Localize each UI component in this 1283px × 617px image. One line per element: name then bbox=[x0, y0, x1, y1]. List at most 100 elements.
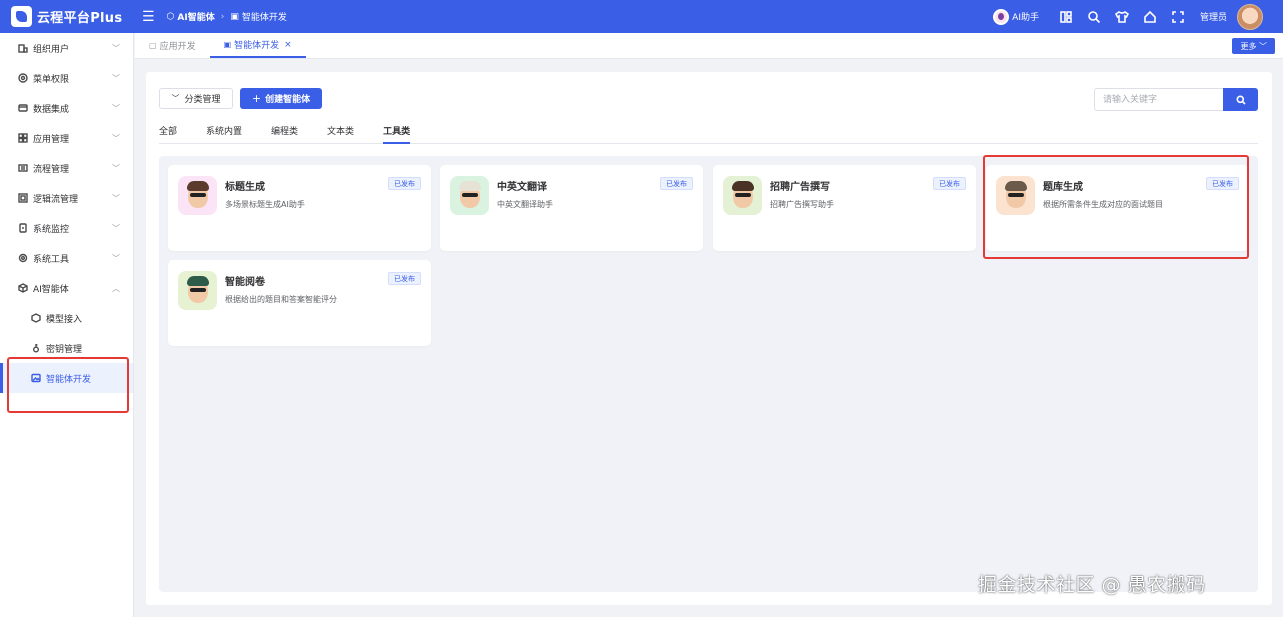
search-icon bbox=[1236, 95, 1246, 105]
image-icon: ▣ bbox=[223, 40, 232, 49]
chevron-down-icon: ﹀ bbox=[112, 103, 120, 113]
chevron-down-icon: ﹀ bbox=[112, 133, 120, 143]
layout-icon[interactable] bbox=[1059, 10, 1073, 24]
sidebar-item-label: 系统工具 bbox=[33, 254, 70, 265]
agent-card-grid: 标题生成 多场景标题生成AI助手 已发布 中英文翻译 中英文翻译助手 已发布 招… bbox=[159, 156, 1258, 592]
category-tab-system[interactable]: 系统内置 bbox=[206, 122, 242, 144]
logo-icon bbox=[11, 6, 32, 27]
tab-bar: ▢ 应用开发 ▣ 智能体开发 × 更多 ﹀ bbox=[135, 33, 1283, 59]
agent-card-recruitment-ad[interactable]: 招聘广告撰写 招聘广告撰写助手 已发布 bbox=[713, 165, 976, 251]
sidebar-item-label: 组织用户 bbox=[33, 44, 70, 55]
chevron-down-icon: ﹀ bbox=[112, 193, 120, 203]
category-tab-tools[interactable]: 工具类 bbox=[383, 122, 411, 144]
ai-helper-button[interactable]: AI助手 bbox=[993, 8, 1039, 25]
agent-title: 招聘广告撰写 bbox=[770, 182, 830, 193]
tab-agent-development[interactable]: ▣ 智能体开发 × bbox=[209, 33, 306, 58]
search-button[interactable] bbox=[1223, 88, 1258, 111]
agent-description: 多场景标题生成AI助手 bbox=[225, 200, 305, 209]
sidebar-item-system-monitor[interactable]: 系统监控 ﹀ bbox=[0, 213, 133, 243]
agent-card-question-bank[interactable]: 题库生成 根据所需条件生成对应的面试题目 已发布 bbox=[986, 165, 1249, 251]
close-icon[interactable]: × bbox=[284, 40, 292, 50]
document-icon: ▢ bbox=[149, 41, 157, 50]
search-icon[interactable] bbox=[1087, 10, 1101, 24]
key-icon bbox=[30, 343, 41, 354]
sidebar-item-menu-permission[interactable]: 菜单权限 ﹀ bbox=[0, 63, 133, 93]
logic-icon bbox=[17, 193, 28, 204]
sidebar-item-label: 密钥管理 bbox=[46, 344, 83, 355]
sidebar-item-model-access[interactable]: 模型接入 bbox=[0, 303, 133, 333]
tab-label: 应用开发 bbox=[159, 42, 196, 52]
tab-label: 智能体开发 bbox=[234, 41, 280, 51]
sidebar-item-label: 智能体开发 bbox=[46, 374, 92, 385]
search-input[interactable] bbox=[1094, 88, 1223, 111]
sidebar-item-ai-agent[interactable]: AI智能体 ︿ bbox=[0, 273, 133, 303]
category-tab-all[interactable]: 全部 bbox=[159, 122, 177, 144]
sidebar-item-label: 流程管理 bbox=[33, 164, 70, 175]
agent-avatar bbox=[996, 176, 1035, 215]
content-panel: ﹀ 分类管理 + 创建智能体 全部 系统内置 编程类 文本类 工具类 标题生成 … bbox=[146, 72, 1272, 605]
category-tab-programming[interactable]: 编程类 bbox=[271, 122, 298, 144]
sidebar-item-agent-development[interactable]: 智能体开发 bbox=[0, 363, 133, 393]
category-management-button[interactable]: ﹀ 分类管理 bbox=[159, 88, 233, 109]
agent-title: 标题生成 bbox=[225, 182, 265, 193]
breadcrumb-separator: › bbox=[220, 11, 225, 22]
category-management-label: 分类管理 bbox=[184, 95, 221, 105]
ai-helper-label: AI助手 bbox=[1012, 13, 1039, 23]
agent-title: 智能阅卷 bbox=[225, 277, 265, 288]
sidebar-item-process-management[interactable]: 流程管理 ﹀ bbox=[0, 153, 133, 183]
logo-text: 云程平台Plus bbox=[37, 11, 123, 26]
org-icon bbox=[17, 43, 28, 54]
cube-icon: ⬡ bbox=[166, 11, 175, 22]
status-badge: 已发布 bbox=[388, 272, 421, 285]
sidebar-item-data-integration[interactable]: 数据集成 ﹀ bbox=[0, 93, 133, 123]
fullscreen-icon[interactable] bbox=[1171, 10, 1185, 24]
model-icon bbox=[30, 313, 41, 324]
breadcrumb-item-ai[interactable]: AI智能体 bbox=[177, 10, 214, 23]
flow-icon bbox=[17, 163, 28, 174]
shirt-icon[interactable] bbox=[1114, 10, 1129, 24]
sidebar-item-label: 菜单权限 bbox=[33, 74, 70, 85]
chevron-up-icon: ︿ bbox=[112, 283, 120, 293]
agent-card-title-generation[interactable]: 标题生成 多场景标题生成AI助手 已发布 bbox=[168, 165, 431, 251]
menu-icon bbox=[17, 73, 28, 84]
sidebar-item-key-management[interactable]: 密钥管理 bbox=[0, 333, 133, 363]
image-icon: ▣ bbox=[230, 11, 239, 22]
sidebar-item-org-users[interactable]: 组织用户 ﹀ bbox=[0, 33, 133, 63]
ai-helper-avatar bbox=[993, 8, 1010, 25]
breadcrumb: ⬡ AI智能体 › ▣ 智能体开发 bbox=[166, 10, 287, 24]
user-avatar[interactable] bbox=[1237, 3, 1263, 30]
sidebar-item-app-management[interactable]: 应用管理 ﹀ bbox=[0, 123, 133, 153]
agent-description: 根据给出的题目和答案智能评分 bbox=[225, 295, 337, 304]
image-icon bbox=[30, 373, 41, 384]
sidebar: 组织用户 ﹀ 菜单权限 ﹀ 数据集成 ﹀ 应用管理 ﹀ 流程管理 ﹀ 逻辑流管理… bbox=[0, 33, 134, 617]
agent-avatar bbox=[723, 176, 762, 215]
sidebar-item-label: AI智能体 bbox=[33, 284, 69, 295]
logo[interactable]: 云程平台Plus bbox=[0, 6, 134, 27]
monitor-icon bbox=[17, 223, 28, 234]
user-name[interactable]: 管理员 bbox=[1200, 10, 1227, 23]
tab-app-development[interactable]: ▢ 应用开发 bbox=[135, 33, 210, 58]
more-button[interactable]: 更多 ﹀ bbox=[1232, 38, 1275, 54]
category-tab-text[interactable]: 文本类 bbox=[327, 122, 354, 144]
chevron-down-icon: ﹀ bbox=[112, 223, 120, 233]
sidebar-item-label: 逻辑流管理 bbox=[33, 194, 79, 205]
create-agent-button[interactable]: + 创建智能体 bbox=[240, 88, 322, 109]
agent-avatar bbox=[450, 176, 489, 215]
agent-description: 根据所需条件生成对应的面试题目 bbox=[1043, 200, 1163, 209]
agent-card-smart-grading[interactable]: 智能阅卷 根据给出的题目和答案智能评分 已发布 bbox=[168, 260, 431, 346]
agent-card-translation[interactable]: 中英文翻译 中英文翻译助手 已发布 bbox=[440, 165, 703, 251]
status-badge: 已发布 bbox=[1206, 177, 1239, 190]
breadcrumb-item-current: 智能体开发 bbox=[241, 13, 287, 23]
sidebar-item-logic-flow[interactable]: 逻辑流管理 ﹀ bbox=[0, 183, 133, 213]
agent-avatar bbox=[178, 176, 217, 215]
header-actions: AI助手 管理员 bbox=[993, 0, 1283, 33]
chevron-down-icon: ﹀ bbox=[112, 73, 120, 83]
home-icon[interactable] bbox=[1143, 10, 1157, 24]
category-tabs: 全部 系统内置 编程类 文本类 工具类 bbox=[159, 122, 1258, 144]
gear-icon bbox=[17, 253, 28, 264]
sidebar-item-system-tools[interactable]: 系统工具 ﹀ bbox=[0, 243, 133, 273]
watermark: 掘金技术社区 @ 愚农搬码 bbox=[978, 574, 1206, 596]
agent-title: 中英文翻译 bbox=[497, 182, 547, 193]
menu-toggle-icon[interactable]: ☰ bbox=[142, 9, 155, 25]
chevron-down-icon: ﹀ bbox=[171, 94, 180, 103]
